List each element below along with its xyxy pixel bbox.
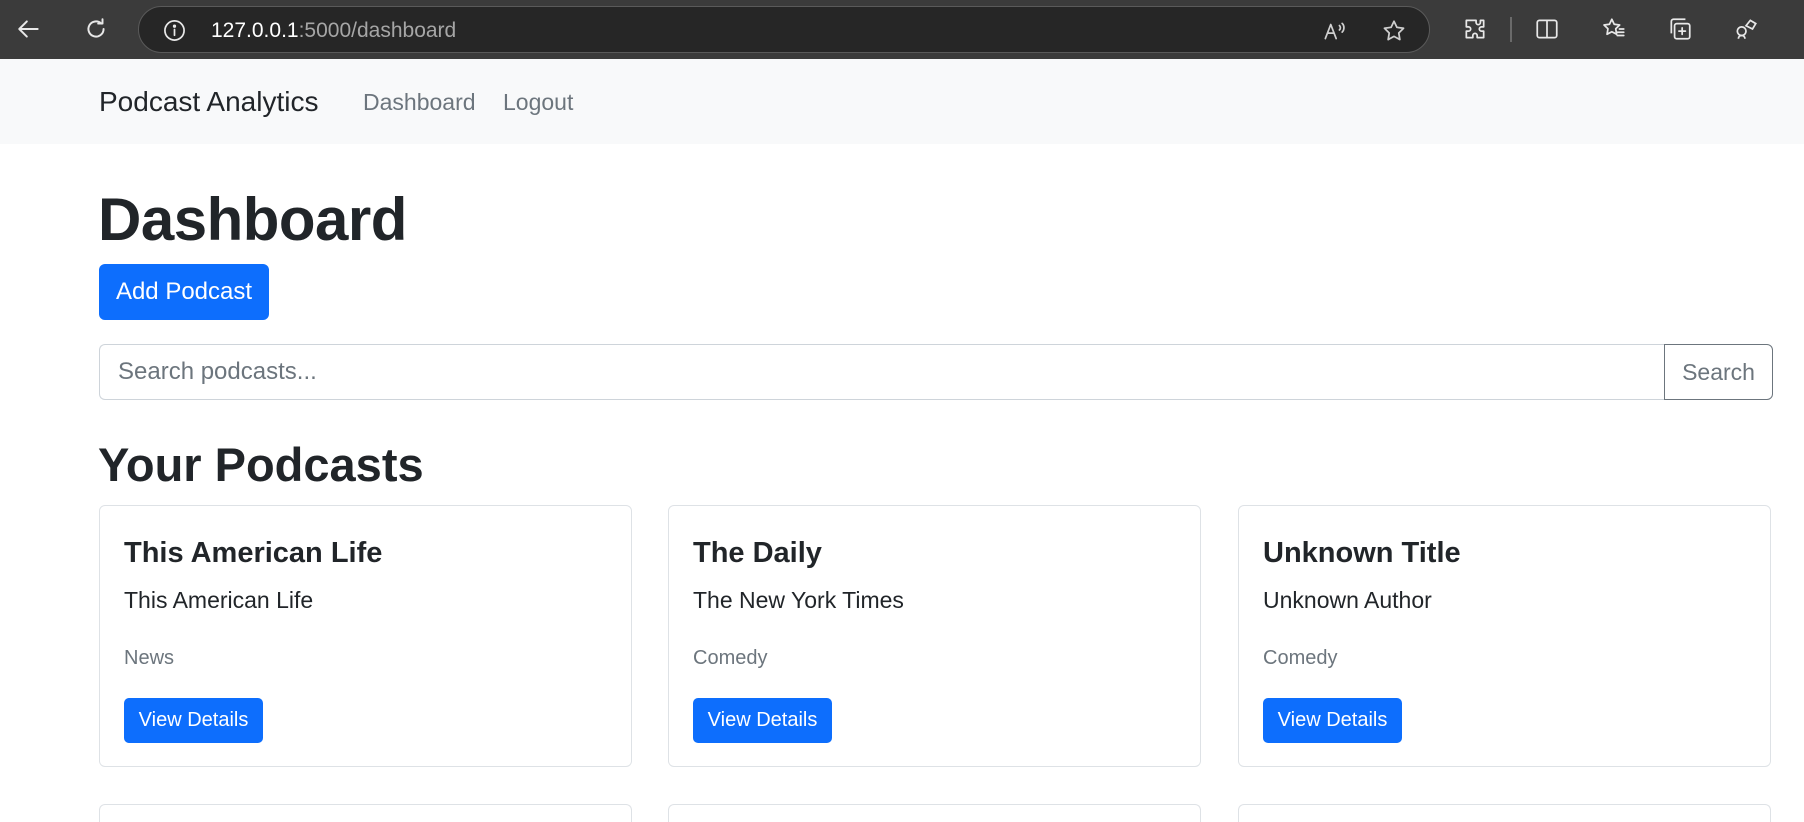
browser-essentials-icon[interactable] (1726, 9, 1766, 49)
nav-link-dashboard[interactable]: Dashboard (363, 89, 476, 116)
podcast-card: This American Life This American Life Ne… (99, 505, 632, 767)
add-podcast-button[interactable]: Add Podcast (99, 264, 269, 320)
extensions-icon[interactable] (1455, 9, 1495, 49)
url-text[interactable]: 127.0.0.1:5000/dashboard (211, 19, 456, 43)
podcast-author: The New York Times (693, 587, 904, 613)
info-icon[interactable] (163, 19, 186, 42)
read-aloud-icon[interactable] (1321, 18, 1347, 44)
refresh-icon[interactable] (76, 9, 116, 49)
back-icon[interactable] (9, 9, 49, 49)
podcast-card-partial (668, 804, 1201, 822)
podcast-author: Unknown Author (1263, 587, 1432, 613)
navbar: Podcast Analytics Dashboard Logout (0, 59, 1804, 144)
view-details-button[interactable]: View Details (1263, 698, 1402, 743)
section-title: Your Podcasts (98, 438, 424, 491)
page-title: Dashboard (98, 186, 407, 253)
nav-link-logout[interactable]: Logout (503, 89, 573, 116)
podcast-genre: Comedy (693, 647, 768, 669)
split-screen-icon[interactable] (1527, 9, 1567, 49)
podcast-genre: Comedy (1263, 647, 1338, 669)
search-placeholder: Search podcasts... (118, 358, 317, 385)
favorites-icon[interactable] (1594, 9, 1634, 49)
favorite-star-icon[interactable] (1381, 18, 1407, 44)
podcast-card-partial (1238, 804, 1771, 822)
podcast-genre: News (124, 647, 175, 669)
podcast-title: The Daily (693, 537, 822, 569)
toolbar-separator (1510, 17, 1512, 42)
collections-icon[interactable] (1660, 9, 1700, 49)
podcast-card: The Daily The New York Times Comedy View… (668, 505, 1201, 767)
podcast-title: This American Life (124, 537, 383, 569)
podcast-title: Unknown Title (1263, 537, 1461, 569)
podcast-author: This American Life (124, 587, 314, 613)
search-input[interactable]: Search podcasts... (99, 344, 1665, 400)
podcast-card: Unknown Title Unknown Author Comedy View… (1238, 505, 1771, 767)
address-bar[interactable]: 127.0.0.1:5000/dashboard (138, 6, 1430, 53)
browser-toolbar: 127.0.0.1:5000/dashboard (0, 0, 1804, 59)
podcast-card-partial (99, 804, 632, 822)
view-details-button[interactable]: View Details (693, 698, 832, 743)
search-button[interactable]: Search (1664, 344, 1773, 400)
view-details-button[interactable]: View Details (124, 698, 263, 743)
navbar-brand[interactable]: Podcast Analytics (99, 86, 318, 118)
